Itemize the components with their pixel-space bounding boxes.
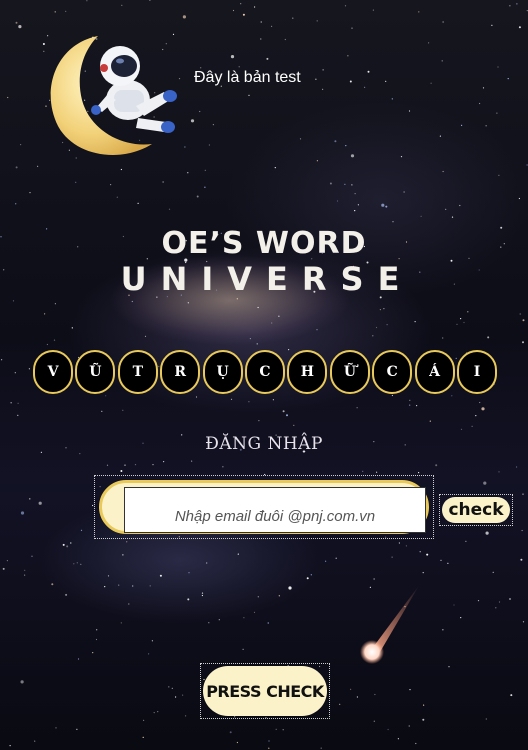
letter-tile: Ũ — [75, 350, 116, 394]
email-field-frame — [94, 475, 434, 539]
email-field-pill — [99, 480, 429, 534]
title-line-1: OE’S WORD — [161, 226, 367, 261]
press-check-button[interactable]: PRESS CHECK — [203, 666, 327, 716]
astronaut-on-moon-icon — [50, 36, 177, 156]
letter-tile: T — [117, 350, 158, 394]
title-line-2: UNIVERSE — [120, 260, 414, 298]
letter-tile: V — [33, 350, 73, 394]
press-check-button-frame: PRESS CHECK — [200, 663, 330, 719]
letter-tile: Ữ — [329, 350, 370, 394]
check-button[interactable]: check — [442, 497, 510, 523]
letter-tile: Á — [414, 350, 455, 394]
check-button-frame: check — [439, 494, 513, 526]
header-caption: Đây là bản test — [194, 69, 301, 86]
login-heading: ĐĂNG NHẬP — [205, 434, 323, 454]
letter-tile: H — [287, 350, 328, 394]
letter-tile: Ụ — [202, 350, 243, 394]
letter-tile: R — [160, 350, 201, 394]
email-field[interactable] — [124, 487, 426, 533]
comet-icon — [360, 584, 420, 664]
letter-tile: C — [372, 350, 413, 394]
letter-tile: I — [457, 350, 497, 394]
letter-tile: C — [245, 350, 285, 394]
letter-row: VŨTRỤCHỮCÁI — [33, 350, 497, 394]
